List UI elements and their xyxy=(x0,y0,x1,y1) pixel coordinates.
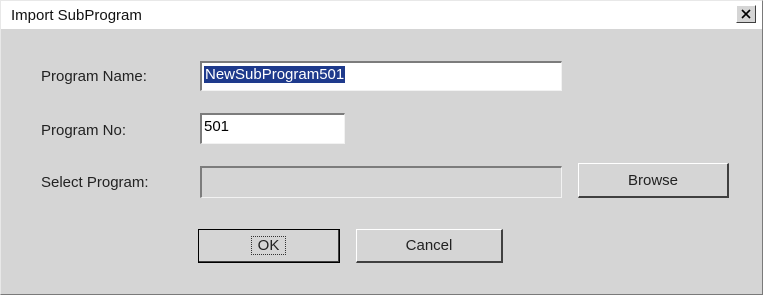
title-bar: Import SubProgram xyxy=(1,1,762,29)
program-name-label: Program Name: xyxy=(41,68,147,85)
window-title: Import SubProgram xyxy=(11,7,142,24)
select-program-input[interactable] xyxy=(200,166,562,198)
ok-button[interactable]: OK xyxy=(198,229,340,263)
close-icon xyxy=(741,9,751,19)
ok-button-label: OK xyxy=(250,236,287,255)
close-button[interactable] xyxy=(736,5,756,23)
browse-button[interactable]: Browse xyxy=(578,163,729,198)
cancel-button[interactable]: Cancel xyxy=(356,229,503,263)
cancel-button-label: Cancel xyxy=(405,237,453,254)
program-no-input[interactable]: 501 xyxy=(200,113,345,144)
program-name-input[interactable]: NewSubProgram501 xyxy=(200,61,562,91)
program-no-label: Program No: xyxy=(41,122,127,139)
program-no-value: 501 xyxy=(204,118,230,135)
select-program-label: Select Program: xyxy=(41,174,149,191)
browse-button-label: Browse xyxy=(627,171,679,189)
program-name-value: NewSubProgram501 xyxy=(204,66,346,83)
import-subprogram-dialog: Import SubProgram Program Name: NewSubPr… xyxy=(0,0,763,295)
